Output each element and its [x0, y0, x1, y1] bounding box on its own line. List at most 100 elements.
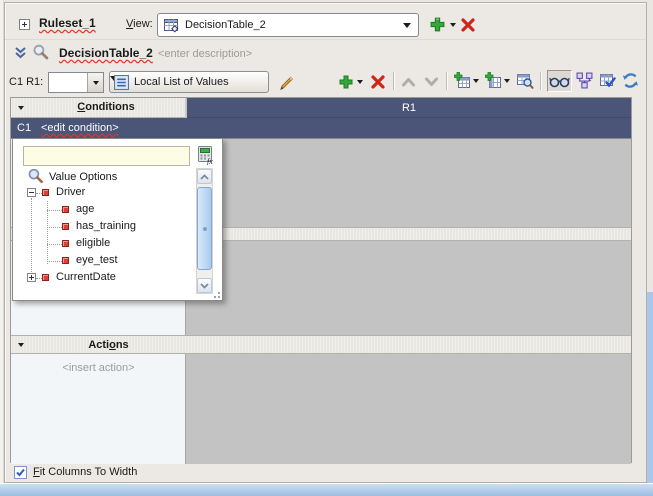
insert-action-placeholder[interactable]: <insert action>: [11, 362, 186, 374]
value-options-root-label[interactable]: Value Options: [49, 171, 117, 183]
fit-rest: it Columns To Width: [39, 466, 138, 478]
values-mode-value: Local List of Values: [134, 76, 229, 88]
toolbar-separator: [446, 72, 447, 90]
expression-builder-button[interactable]: fx: [196, 145, 216, 168]
add-column-table-icon: [484, 71, 501, 88]
tree-node-label[interactable]: eligible: [76, 237, 110, 249]
fit-mnemonic: F: [33, 466, 40, 478]
view-label-rest: iew:: [133, 18, 153, 30]
tree-node-has-training[interactable]: has_training: [13, 219, 193, 235]
tree-node-eye-test[interactable]: eye_test: [13, 253, 193, 269]
tree-collapse-icon[interactable]: [27, 188, 36, 197]
condition-row-id: C1: [17, 122, 32, 134]
move-down-icon: [425, 77, 438, 86]
values-mode-combobox[interactable]: Local List of Values: [109, 71, 269, 93]
value-search-input[interactable]: [23, 146, 190, 166]
actions-menu-caret-icon[interactable]: [18, 343, 24, 347]
popup-resize-grip[interactable]: [210, 288, 220, 298]
search-icon[interactable]: [32, 44, 49, 64]
decision-table-icon: [164, 19, 179, 33]
fit-columns-checkbox[interactable]: [14, 466, 27, 479]
svg-text:fx: fx: [207, 157, 213, 165]
tree-expand-icon[interactable]: [27, 273, 36, 282]
scrollbar-thumb[interactable]: [197, 187, 212, 270]
toolbar: C1 R1: Local List of Values: [5, 68, 646, 95]
checkbox-check-icon: [16, 468, 25, 477]
tree-node-currentdate[interactable]: CurrentDate: [13, 270, 193, 286]
actions-body-area: <insert action>: [11, 354, 631, 464]
add-view-button[interactable]: [429, 16, 446, 36]
merge-cells-button[interactable]: [576, 72, 593, 92]
tree-node-driver[interactable]: Driver: [13, 185, 193, 201]
fit-columns-label[interactable]: Fit Columns To Width: [33, 466, 137, 478]
tree-node-label[interactable]: eye_test: [76, 254, 118, 266]
tree-node-eligible[interactable]: eligible: [13, 236, 193, 252]
actions-pre: Acti: [88, 339, 110, 351]
attribute-icon: [42, 189, 49, 196]
conditions-menu-caret-icon[interactable]: [18, 106, 24, 110]
popup-scrollbar[interactable]: [196, 168, 213, 294]
decision-table-editor-window: Ruleset_1 View: DecisionTable_2 Decision…: [0, 0, 653, 496]
move-up-button[interactable]: [401, 76, 416, 91]
tree-node-label[interactable]: Driver: [56, 186, 85, 198]
footer-bar: Fit Columns To Width: [5, 465, 646, 482]
move-up-icon: [402, 78, 415, 87]
add-icon: [339, 75, 353, 89]
collapse-chevrons-icon[interactable]: [14, 46, 27, 63]
insert-row-button[interactable]: [453, 71, 471, 92]
delete-button[interactable]: [371, 75, 385, 92]
delete-icon: [371, 75, 385, 89]
refresh-icon: [622, 73, 639, 88]
edit-pencil-icon: [280, 76, 294, 90]
add-condition-caret-icon[interactable]: [357, 80, 363, 84]
ruleset-name: Ruleset_1: [39, 16, 96, 30]
edit-values-button[interactable]: [277, 72, 296, 94]
tree-node-label[interactable]: age: [76, 203, 94, 215]
add-view-caret-icon[interactable]: [450, 23, 456, 27]
value-options-popup: fx Value Options Driver age has_training…: [12, 138, 223, 301]
conditions-header-cell[interactable]: Conditions: [11, 98, 186, 118]
tree-node-label[interactable]: has_training: [76, 220, 136, 232]
insert-row-caret-icon[interactable]: [473, 79, 479, 83]
rule-column-header[interactable]: R1: [187, 98, 631, 118]
edit-condition-placeholder[interactable]: <edit condition>: [41, 122, 119, 134]
condition-row-c1[interactable]: C1 <edit condition>: [11, 118, 631, 139]
show-values-toggle-button[interactable]: [547, 70, 572, 92]
add-condition-button[interactable]: [338, 74, 354, 93]
tree-node-label[interactable]: CurrentDate: [56, 271, 116, 283]
view-selected-value: DecisionTable_2: [185, 19, 266, 31]
attribute-icon: [62, 257, 69, 264]
view-label: View:: [126, 18, 153, 30]
attribute-icon: [42, 274, 49, 281]
cell-value-combobox[interactable]: [48, 72, 104, 93]
actions-mnemonic: o: [109, 339, 116, 351]
actions-header-row[interactable]: Actions: [11, 335, 631, 354]
delete-icon: [461, 18, 475, 32]
insert-column-caret-icon[interactable]: [504, 79, 510, 83]
view-combobox[interactable]: DecisionTable_2: [157, 13, 419, 37]
cell-value-caret-button[interactable]: [87, 73, 103, 92]
validate-table-button[interactable]: [599, 72, 616, 92]
decision-table-title-bar: DecisionTable_2 <enter description>: [5, 41, 646, 67]
conditions-rest: onditions: [85, 101, 135, 113]
check-table-icon: [600, 74, 616, 88]
scroll-up-icon: [200, 173, 209, 180]
tree-node-age[interactable]: age: [13, 202, 193, 218]
move-down-button[interactable]: [424, 76, 439, 91]
merge-cells-icon: [576, 72, 593, 89]
add-icon: [430, 17, 445, 32]
glasses-icon: [549, 77, 570, 87]
scroll-up-button[interactable]: [197, 169, 212, 184]
description-placeholder[interactable]: <enter description>: [158, 48, 252, 60]
actions-header-label: Actions: [31, 339, 186, 351]
calculator-fx-icon: fx: [198, 146, 213, 166]
view-combo-caret-icon[interactable]: [403, 23, 411, 28]
list-icon: [114, 75, 129, 90]
delete-view-button[interactable]: [461, 18, 475, 35]
refresh-button[interactable]: [622, 72, 639, 92]
insert-column-button[interactable]: [484, 71, 502, 92]
find-cell-button[interactable]: [516, 72, 534, 92]
attribute-icon: [62, 240, 69, 247]
ruleset-bar: Ruleset_1 View: DecisionTable_2: [5, 8, 646, 40]
expand-ruleset-icon[interactable]: [19, 19, 30, 30]
